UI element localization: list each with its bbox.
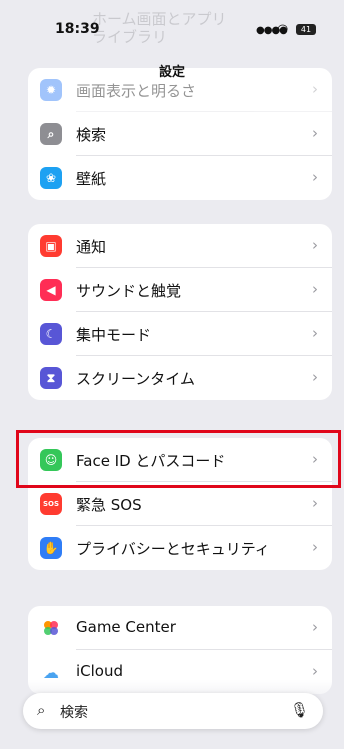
chevron-right-icon: › bbox=[312, 324, 318, 342]
settings-item-label: 壁紙 bbox=[76, 170, 107, 188]
faceid-icon: ☺ bbox=[40, 449, 62, 471]
chevron-right-icon: › bbox=[312, 236, 318, 254]
settings-item-screen-time[interactable]: ⧗ スクリーンタイム › bbox=[28, 356, 332, 400]
chevron-right-icon: › bbox=[312, 124, 318, 142]
search-icon: ⌕ bbox=[40, 123, 62, 145]
chevron-right-icon: › bbox=[312, 280, 318, 298]
chevron-right-icon: › bbox=[312, 80, 318, 98]
search-bar[interactable]: ⌕ 検索 🎙 bbox=[23, 693, 323, 729]
scrolled-under-text: ホーム画面とアプリ ライブラリ bbox=[92, 10, 227, 46]
battery-icon: 41 bbox=[296, 24, 316, 35]
settings-group-notifications: ▣ 通知 › ◀ サウンドと触覚 › ☾ 集中モード › ⧗ スクリーンタイム … bbox=[28, 224, 332, 400]
settings-item-label: 緊急 SOS bbox=[76, 496, 142, 514]
settings-item-label: 集中モード bbox=[76, 326, 152, 344]
wifi-icon: ◠ bbox=[277, 22, 289, 37]
chevron-right-icon: › bbox=[312, 168, 318, 186]
settings-item-label: 画面表示と明るさ bbox=[76, 82, 197, 100]
gamecenter-icon bbox=[40, 617, 62, 639]
status-bar: 18:39 ●●●● ◠ 41 ホーム画面とアプリ ライブラリ bbox=[0, 0, 344, 60]
sos-icon: SOS bbox=[40, 493, 62, 515]
settings-item-notifications[interactable]: ▣ 通知 › bbox=[28, 224, 332, 268]
ghost-line-1: ホーム画面とアプリ bbox=[92, 10, 227, 28]
settings-item-wallpaper[interactable]: ❀ 壁紙 › bbox=[28, 156, 332, 200]
settings-item-label: iCloud bbox=[76, 662, 124, 680]
hand-icon: ✋ bbox=[40, 537, 62, 559]
settings-item-label: プライバシーとセキュリティ bbox=[76, 540, 270, 558]
settings-group-security: ☺ Face ID とパスコード › SOS 緊急 SOS › ✋ プライバシー… bbox=[28, 438, 332, 570]
settings-item-search[interactable]: ⌕ 検索 › bbox=[28, 112, 332, 156]
chevron-right-icon: › bbox=[312, 538, 318, 556]
settings-item-emergency-sos[interactable]: SOS 緊急 SOS › bbox=[28, 482, 332, 526]
settings-item-label: Face ID とパスコード bbox=[76, 452, 226, 470]
settings-item-label: 通知 bbox=[76, 238, 107, 256]
sun-icon: ✹ bbox=[40, 79, 62, 101]
settings-item-label: サウンドと触覚 bbox=[76, 282, 182, 300]
settings-item-game-center[interactable]: Game Center › bbox=[28, 606, 332, 650]
settings-item-privacy-security[interactable]: ✋ プライバシーとセキュリティ › bbox=[28, 526, 332, 570]
settings-item-label: 検索 bbox=[76, 126, 107, 144]
moon-icon: ☾ bbox=[40, 323, 62, 345]
chevron-right-icon: › bbox=[312, 494, 318, 512]
chevron-right-icon: › bbox=[312, 662, 318, 680]
hourglass-icon: ⧗ bbox=[40, 367, 62, 389]
settings-group-display: ✹ 画面表示と明るさ › ⌕ 検索 › ❀ 壁紙 › bbox=[28, 68, 332, 200]
ghost-line-2: ライブラリ bbox=[92, 28, 168, 46]
settings-item-focus[interactable]: ☾ 集中モード › bbox=[28, 312, 332, 356]
settings-screen: 18:39 ●●●● ◠ 41 ホーム画面とアプリ ライブラリ 設定 ✹ 画面表… bbox=[0, 0, 344, 749]
settings-item-sounds[interactable]: ◀ サウンドと触覚 › bbox=[28, 268, 332, 312]
search-placeholder: 検索 bbox=[60, 705, 88, 721]
flower-icon: ❀ bbox=[40, 167, 62, 189]
chevron-right-icon: › bbox=[312, 450, 318, 468]
chevron-right-icon: › bbox=[312, 368, 318, 386]
settings-item-label: スクリーンタイム bbox=[76, 370, 195, 388]
status-icons: ●●●● ◠ 41 bbox=[256, 22, 322, 38]
bell-icon: ▣ bbox=[40, 235, 62, 257]
settings-item-faceid-passcode[interactable]: ☺ Face ID とパスコード › bbox=[28, 438, 332, 482]
search-icon: ⌕ bbox=[37, 701, 46, 719]
settings-item-label: Game Center bbox=[76, 618, 176, 636]
speaker-icon: ◀ bbox=[40, 279, 62, 301]
microphone-icon[interactable]: 🎙 bbox=[290, 701, 309, 719]
page-title: 設定 bbox=[158, 65, 185, 80]
chevron-right-icon: › bbox=[312, 618, 318, 636]
